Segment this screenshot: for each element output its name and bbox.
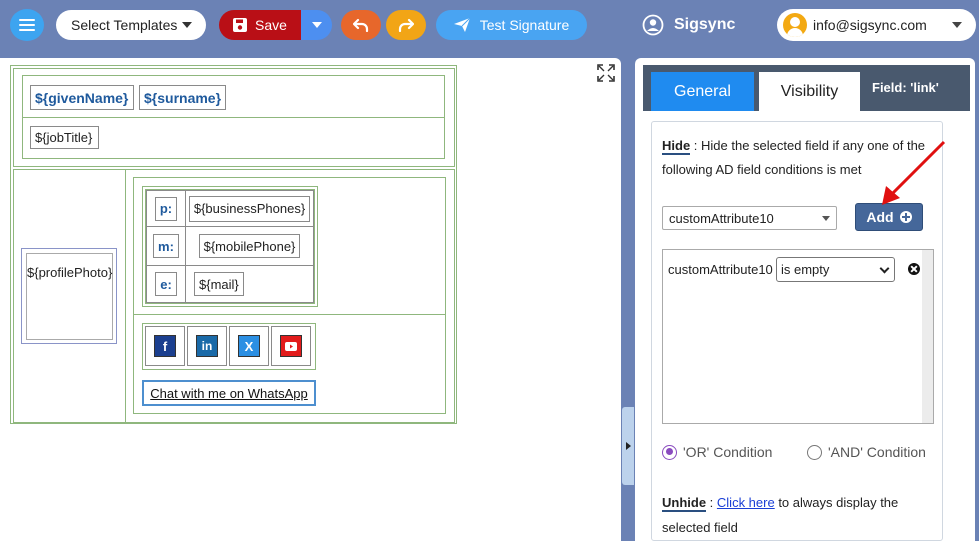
social-cell-linkedin[interactable]: in bbox=[187, 326, 227, 366]
hide-desc: : Hide the selected field if any one of … bbox=[662, 138, 926, 177]
divider bbox=[133, 314, 446, 315]
select-templates-dropdown[interactable]: Select Templates bbox=[56, 10, 206, 40]
social-cell-youtube[interactable] bbox=[271, 326, 311, 366]
or-radio[interactable] bbox=[662, 444, 677, 460]
user-email: info@sigsync.com bbox=[813, 17, 927, 33]
selected-field-tag: Field: 'link' bbox=[872, 80, 939, 95]
social-cell-x[interactable]: X bbox=[229, 326, 269, 366]
youtube-icon bbox=[280, 335, 302, 357]
divider bbox=[22, 117, 445, 118]
email-label-cell: e: bbox=[146, 266, 186, 303]
brand-name: Sigsync bbox=[674, 16, 736, 33]
whatsapp-chat-button[interactable]: Chat with me on WhatsApp bbox=[142, 380, 316, 406]
social-cell-facebook[interactable]: f bbox=[145, 326, 185, 366]
undo-button[interactable] bbox=[341, 10, 381, 40]
save-options-dropdown[interactable] bbox=[301, 10, 332, 40]
profile-photo-placeholder: ${profilePhoto} bbox=[27, 265, 113, 280]
tab-general[interactable]: General bbox=[651, 72, 754, 111]
select-templates-label: Select Templates bbox=[71, 17, 178, 33]
given-name-field[interactable]: ${givenName} bbox=[30, 85, 134, 110]
conditions-scrollbar[interactable] bbox=[922, 250, 933, 423]
job-title-field[interactable]: ${jobTitle} bbox=[30, 126, 99, 149]
x-twitter-icon: X bbox=[238, 335, 260, 357]
menu-line-icon bbox=[19, 24, 35, 26]
and-label: 'AND' Condition bbox=[828, 444, 926, 460]
user-circle-icon bbox=[642, 14, 664, 36]
caret-right-icon bbox=[625, 442, 631, 450]
collapse-panel-handle[interactable] bbox=[622, 407, 634, 485]
brand: Sigsync bbox=[642, 14, 735, 36]
caret-down-icon bbox=[822, 216, 830, 221]
redo-icon bbox=[398, 18, 414, 32]
tab-visibility[interactable]: Visibility bbox=[759, 72, 860, 111]
top-toolbar: Select Templates Save Test Signature Sig… bbox=[0, 0, 979, 50]
menu-line-icon bbox=[19, 19, 35, 21]
plus-circle-icon bbox=[899, 211, 912, 223]
unhide-click-here-link[interactable]: Click here bbox=[717, 495, 775, 510]
caret-down-icon bbox=[952, 22, 962, 28]
field-tag-value: 'link' bbox=[910, 80, 939, 95]
email-label: e: bbox=[155, 272, 177, 296]
condition-operator-value: is empty bbox=[781, 262, 830, 277]
profile-photo[interactable]: ${profilePhoto} bbox=[21, 248, 117, 344]
mobile-value-cell: ${mobilePhone} bbox=[186, 227, 314, 266]
facebook-icon: f bbox=[154, 335, 176, 357]
redo-button[interactable] bbox=[386, 10, 426, 40]
undo-icon bbox=[353, 18, 369, 32]
linkedin-icon: in bbox=[196, 335, 218, 357]
menu-line-icon bbox=[19, 29, 35, 31]
mobile-label-cell: m: bbox=[146, 227, 186, 266]
avatar bbox=[783, 13, 807, 37]
save-button[interactable]: Save bbox=[219, 10, 301, 40]
save-label: Save bbox=[255, 17, 287, 33]
hide-description: Hide : Hide the selected field if any on… bbox=[662, 134, 937, 182]
phone-value-cell: ${businessPhones} bbox=[186, 190, 314, 227]
and-radio[interactable] bbox=[807, 444, 822, 460]
phone-label-cell: p: bbox=[146, 190, 186, 227]
add-label: Add bbox=[866, 209, 894, 225]
chevron-down-icon bbox=[879, 263, 890, 274]
floppy-disk-icon bbox=[233, 18, 248, 32]
youtube-play-icon bbox=[285, 341, 297, 351]
hamburger-menu-button[interactable] bbox=[10, 9, 44, 41]
mobile-label: m: bbox=[153, 234, 179, 258]
caret-down-icon bbox=[182, 22, 192, 28]
save-button-group: Save bbox=[219, 10, 332, 40]
unhide-description: Unhide : Click here to always display th… bbox=[662, 490, 937, 540]
surname-field[interactable]: ${surname} bbox=[139, 85, 226, 110]
condition-operator-select[interactable]: is empty bbox=[776, 257, 895, 282]
mobile-phone-field[interactable]: ${mobilePhone} bbox=[198, 234, 301, 258]
ad-attribute-select[interactable]: customAttribute10 bbox=[662, 206, 837, 230]
test-signature-label: Test Signature bbox=[479, 17, 570, 33]
divider bbox=[125, 169, 126, 423]
caret-down-icon bbox=[311, 22, 322, 28]
or-label: 'OR' Condition bbox=[683, 444, 773, 460]
mail-field[interactable]: ${mail} bbox=[194, 272, 244, 296]
field-tag-prefix: Field: bbox=[872, 80, 911, 95]
unhide-pre: : bbox=[706, 495, 717, 510]
expand-fullscreen-icon[interactable] bbox=[596, 63, 616, 83]
email-value-cell: ${mail} bbox=[186, 266, 314, 303]
test-signature-button[interactable]: Test Signature bbox=[436, 10, 587, 40]
unhide-title: Unhide bbox=[662, 495, 707, 512]
user-account-dropdown[interactable]: info@sigsync.com bbox=[777, 9, 976, 41]
hide-title: Hide bbox=[662, 138, 691, 155]
ad-attribute-value: customAttribute10 bbox=[669, 210, 774, 226]
add-condition-button[interactable]: Add bbox=[855, 203, 923, 231]
paper-plane-icon bbox=[453, 18, 470, 32]
phone-label: p: bbox=[154, 196, 178, 221]
remove-condition-icon[interactable] bbox=[908, 263, 920, 275]
or-condition-option[interactable]: 'OR' Condition bbox=[662, 444, 772, 460]
and-condition-option[interactable]: 'AND' Condition bbox=[807, 444, 926, 460]
business-phones-field[interactable]: ${businessPhones} bbox=[188, 195, 311, 222]
condition-field-name: customAttribute10 bbox=[668, 262, 773, 277]
